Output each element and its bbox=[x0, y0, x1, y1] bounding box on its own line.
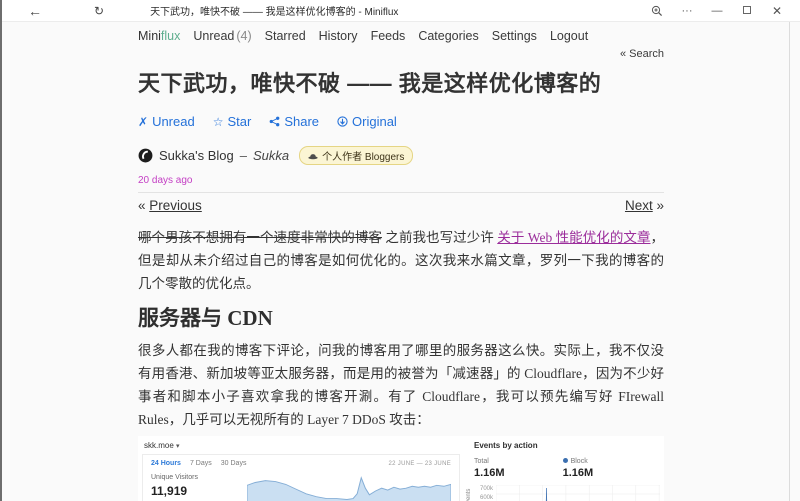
main-nav: Miniflux Unread(4) Starred History Feeds… bbox=[138, 29, 664, 43]
back-icon[interactable]: ← bbox=[28, 3, 42, 19]
next-link[interactable]: Next bbox=[625, 198, 653, 213]
entry-meta: Sukka's Blog – Sukka 个人作者 Bloggers bbox=[138, 146, 664, 165]
unique-visitors-row: Unique Visitors 11,919 bbox=[151, 474, 451, 501]
embedded-analytics-image: skk.moe ▾ 24 Hours 7 Days 30 Days 22 JUN… bbox=[138, 436, 664, 501]
strikethrough-text: 哪个男孩不想拥有一个速度非常快的博客 bbox=[138, 230, 382, 245]
section-heading: 服务器与 CDN bbox=[138, 307, 664, 330]
site-name: skk.moe bbox=[144, 441, 174, 450]
share-button[interactable]: Share bbox=[269, 114, 319, 129]
next-arrow: » bbox=[653, 198, 664, 213]
site-selector: skk.moe ▾ bbox=[142, 439, 460, 454]
nav-item-categories[interactable]: Categories bbox=[418, 29, 478, 43]
nav-item-unread[interactable]: Unread(4) bbox=[193, 29, 251, 43]
analytics-card: 24 Hours 7 Days 30 Days 22 JUNE — 23 JUN… bbox=[142, 454, 460, 501]
block-value: 1.16M bbox=[563, 467, 594, 479]
feed-title-link[interactable]: Sukka's Blog bbox=[159, 148, 234, 163]
unread-label: Unread bbox=[152, 114, 195, 129]
feed-favicon bbox=[138, 148, 153, 163]
category-badge[interactable]: 个人作者 Bloggers bbox=[299, 146, 413, 165]
close-button[interactable]: ✕ bbox=[762, 4, 792, 18]
events-stats: Total 1.16M Block 1.16M bbox=[474, 458, 660, 479]
block-legend-dot bbox=[563, 458, 568, 463]
events-yticks: 700k 600k 500k 400k 300k 200k 100k bbox=[476, 485, 493, 501]
nav-item-feeds[interactable]: Feeds bbox=[371, 29, 406, 43]
analytics-right-panel: Events by action Total 1.16M Block 1.16M… bbox=[474, 439, 660, 501]
divider bbox=[138, 192, 664, 193]
zoom-icon[interactable] bbox=[642, 4, 672, 16]
search-link[interactable]: « Search bbox=[620, 48, 664, 60]
logo-text-green: flux bbox=[161, 29, 180, 43]
unread-counter: (4) bbox=[236, 29, 251, 43]
events-chart: Events 700k 600k 500k 400k 300k 200k 100… bbox=[496, 485, 660, 501]
unique-visitors-label: Unique Visitors bbox=[151, 474, 247, 481]
entry-title: 天下武功，唯快不破 —— 我是这样优化博客的 bbox=[138, 69, 664, 99]
window-controls: ··· — ✕ bbox=[642, 4, 800, 18]
events-yaxis-title: Events bbox=[466, 489, 472, 501]
nav-item-starred[interactable]: Starred bbox=[265, 29, 306, 43]
nav-item-settings[interactable]: Settings bbox=[492, 29, 537, 43]
original-label: Original bbox=[352, 114, 397, 129]
badge-label: 个人作者 Bloggers bbox=[322, 148, 404, 163]
maximize-button[interactable] bbox=[732, 5, 762, 17]
app-window: ← ↻ 天下武功，唯快不破 —— 我是这样优化博客的 - Miniflux ··… bbox=[0, 0, 800, 501]
original-link[interactable]: Original bbox=[337, 114, 397, 129]
nav-item-logout[interactable]: Logout bbox=[550, 29, 588, 43]
author-name: Sukka bbox=[253, 148, 289, 163]
body-link-web-perf[interactable]: 关于 Web 性能优化的文章 bbox=[497, 230, 650, 245]
body-text: 之前我也写过少许 bbox=[382, 230, 497, 245]
tab-24-hours: 24 Hours bbox=[151, 460, 181, 467]
caret-down-icon: ▾ bbox=[176, 443, 180, 450]
window-title: 天下武功，唯快不破 —— 我是这样优化博客的 - Miniflux bbox=[150, 3, 398, 18]
star-icon: ☆ bbox=[213, 115, 224, 129]
more-options-icon[interactable]: ··· bbox=[672, 5, 702, 17]
nav-item-history[interactable]: History bbox=[319, 29, 358, 43]
unique-visitors-value: 11,919 bbox=[151, 484, 247, 498]
entry-pagination: « Previous Next » bbox=[138, 198, 664, 213]
time-range-tabs: 24 Hours 7 Days 30 Days 22 JUNE — 23 JUN… bbox=[151, 460, 451, 467]
entry-actions: ✗ Unread ☆ Star Share bbox=[138, 114, 664, 129]
analytics-left-panel: skk.moe ▾ 24 Hours 7 Days 30 Days 22 JUN… bbox=[142, 439, 460, 501]
window-titlebar: ← ↻ 天下武功，唯快不破 —— 我是这样优化博客的 - Miniflux ··… bbox=[2, 0, 800, 22]
scrollbar-track[interactable] bbox=[789, 22, 790, 501]
unique-visitors-chart bbox=[247, 474, 451, 501]
previous-link[interactable]: Previous bbox=[149, 198, 202, 213]
tab-30-days: 30 Days bbox=[221, 460, 247, 467]
minimize-button[interactable]: — bbox=[702, 5, 732, 17]
date-range: 22 JUNE — 23 JUNE bbox=[389, 461, 451, 467]
magnifier-plus-icon bbox=[651, 5, 663, 17]
logo-text-black: Mini bbox=[138, 29, 161, 43]
events-chart-svg bbox=[496, 485, 660, 501]
total-label: Total bbox=[474, 458, 505, 465]
share-nodes-icon bbox=[269, 116, 280, 127]
prev-arrow: « bbox=[138, 198, 149, 213]
entry-content: 哪个男孩不想拥有一个速度非常快的博客 之前我也写过少许 关于 Web 性能优化的… bbox=[138, 226, 664, 431]
toggle-unread-button[interactable]: ✗ Unread bbox=[138, 114, 195, 129]
nav-label: Unread bbox=[193, 29, 234, 43]
refresh-icon[interactable]: ↻ bbox=[94, 4, 104, 18]
events-block: Block 1.16M bbox=[563, 458, 594, 479]
hat-icon bbox=[308, 152, 318, 160]
share-label: Share bbox=[284, 114, 319, 129]
paragraph: 很多人都在我的博客下评论，问我的博客用了哪里的服务器这么快。实际上，我不仅没有用… bbox=[138, 339, 664, 431]
meta-separator: – bbox=[240, 148, 247, 163]
entry-date: 20 days ago bbox=[138, 175, 664, 186]
maximize-icon bbox=[743, 6, 751, 14]
paragraph: 哪个男孩不想拥有一个速度非常快的博客 之前我也写过少许 关于 Web 性能优化的… bbox=[138, 226, 664, 295]
events-by-action-title: Events by action bbox=[474, 439, 660, 450]
unread-x-icon: ✗ bbox=[138, 115, 148, 129]
events-total: Total 1.16M bbox=[474, 458, 505, 479]
tab-7-days: 7 Days bbox=[190, 460, 212, 467]
star-label: Star bbox=[227, 114, 251, 129]
external-link-icon bbox=[337, 116, 348, 127]
miniflux-logo[interactable]: Miniflux bbox=[138, 29, 180, 43]
star-button[interactable]: ☆ Star bbox=[213, 114, 252, 129]
total-value: 1.16M bbox=[474, 467, 505, 479]
block-label: Block bbox=[571, 458, 588, 465]
